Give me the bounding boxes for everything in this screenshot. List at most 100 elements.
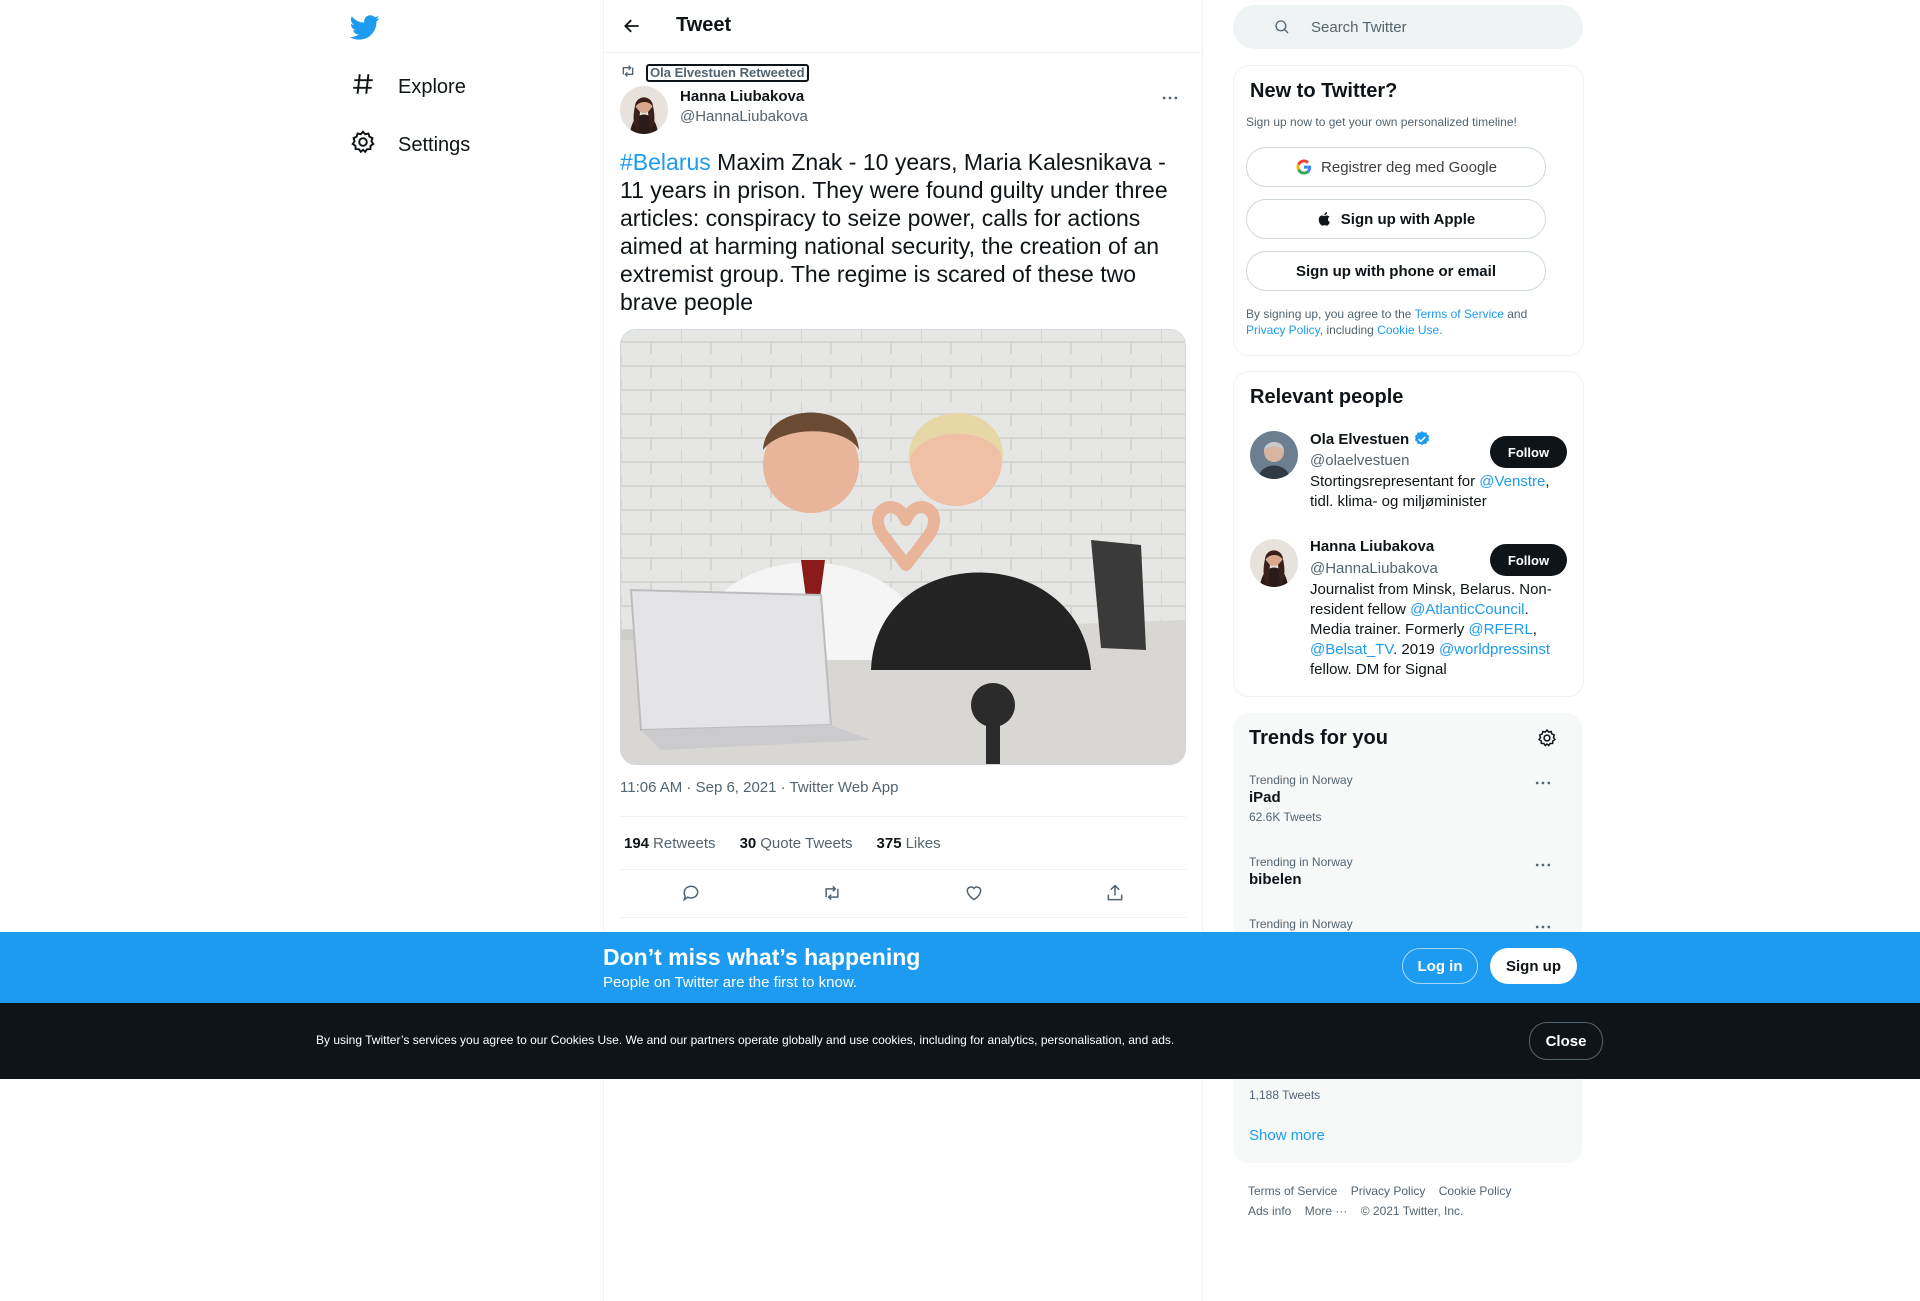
search-box[interactable]	[1233, 5, 1583, 49]
trend-item[interactable]: Trending in Norway bibelen	[1249, 855, 1569, 888]
privacy-link[interactable]: Privacy Policy	[1246, 323, 1320, 337]
trend-item[interactable]: 1,188 Tweets	[1249, 1084, 1569, 1102]
person-handle[interactable]: @HannaLiubakova	[1310, 560, 1438, 577]
phone-email-signup-button[interactable]: Sign up with phone or email	[1246, 251, 1546, 291]
bio-text: Stortingsrepresentant for	[1310, 473, 1480, 490]
bio-mention-link[interactable]: @Venstre	[1479, 473, 1545, 490]
follow-button[interactable]: Follow	[1490, 436, 1567, 468]
banner-title: Don’t miss what’s happening	[603, 944, 921, 970]
bio-text: . 2019	[1393, 641, 1439, 658]
trend-context: Trending in Norway	[1249, 917, 1353, 931]
footer-more-link[interactable]: More ···	[1305, 1204, 1348, 1218]
tweet-stats: 194 Retweets 30 Quote Tweets 375 Likes	[620, 816, 1186, 870]
retweeter-link[interactable]: Ola Elvestuen Retweeted	[646, 63, 809, 82]
bio-text: ,	[1532, 621, 1537, 638]
person-name-text: Ola Elvestuen	[1310, 430, 1410, 448]
cookie-consent-text: By using Twitter’s services you agree to…	[316, 1033, 1175, 1047]
google-signup-label: Registrer deg med Google	[1321, 158, 1497, 176]
quote-tweets-stat[interactable]: 30 Quote Tweets	[736, 835, 853, 852]
retweets-count: 194	[624, 834, 650, 852]
signup-button[interactable]: Sign up	[1490, 948, 1577, 984]
like-icon[interactable]	[962, 881, 986, 905]
tweet-photo[interactable]	[620, 329, 1186, 765]
retweets-label: Retweets	[653, 834, 716, 852]
gear-icon	[350, 129, 376, 161]
trends-title: Trends for you	[1249, 727, 1388, 749]
footer-terms-link[interactable]: Terms of Service	[1248, 1184, 1337, 1198]
google-icon	[1295, 158, 1313, 176]
avatar[interactable]	[1250, 431, 1298, 479]
cookie-close-button[interactable]: Close	[1529, 1022, 1603, 1060]
legal-and: and	[1503, 307, 1528, 321]
follow-button[interactable]: Follow	[1490, 544, 1567, 576]
nav-settings[interactable]: Settings	[350, 125, 470, 165]
relevant-people-card: Relevant people Ola Elvestuen @olaelvest…	[1233, 371, 1584, 697]
author-name[interactable]: Hanna Liubakova	[680, 88, 804, 105]
person-name[interactable]: Ola Elvestuen	[1310, 430, 1431, 448]
cookie-consent-bar: By using Twitter’s services you agree to…	[0, 1003, 1920, 1079]
person-bio: Stortingsrepresentant for @Venstre, tidl…	[1310, 472, 1560, 512]
trend-context: Trending in Norway	[1249, 773, 1353, 787]
verified-badge-icon	[1413, 430, 1431, 448]
reply-icon[interactable]	[679, 881, 703, 905]
trend-more-icon[interactable]	[1533, 855, 1553, 878]
back-arrow-icon[interactable]	[618, 12, 646, 40]
trend-item[interactable]: Trending in Norway iPad 62.6K Tweets	[1249, 773, 1569, 824]
show-more-link[interactable]: Show more	[1249, 1127, 1325, 1144]
footer-ads-link[interactable]: Ads info	[1248, 1204, 1291, 1218]
trend-more-icon[interactable]	[1533, 773, 1553, 796]
cookie-use-link[interactable]: Cookie Use.	[1377, 323, 1442, 337]
bio-mention-link[interactable]: @Belsat_TV	[1310, 641, 1393, 658]
author-avatar[interactable]	[620, 86, 668, 134]
terms-link[interactable]: Terms of Service	[1415, 307, 1504, 321]
tweet-timestamp[interactable]: 11:06 AM · Sep 6, 2021 · Twitter Web App	[620, 779, 899, 796]
hashtag-icon	[350, 71, 376, 103]
tweet-header: Tweet	[604, 0, 1202, 53]
bio-mention-link[interactable]: @worldpressinst	[1439, 641, 1550, 658]
more-options-icon[interactable]	[1160, 88, 1184, 108]
tweet-actions	[620, 869, 1186, 918]
retweet-action-icon[interactable]	[820, 881, 844, 905]
person-bio: Journalist from Minsk, Belarus. Non-resi…	[1310, 580, 1560, 680]
apple-signup-label: Sign up with Apple	[1340, 210, 1476, 228]
nav-explore[interactable]: Explore	[350, 67, 466, 107]
trend-name: iPad	[1249, 789, 1281, 806]
likes-count: 375	[876, 834, 902, 852]
bio-mention-link[interactable]: @AtlanticCouncil	[1410, 601, 1524, 618]
phone-email-signup-label: Sign up with phone or email	[1295, 262, 1496, 280]
tweet-column: Tweet Ola Elvestuen Retweeted Hanna Liub…	[603, 0, 1203, 1301]
share-icon[interactable]	[1103, 881, 1127, 905]
login-button[interactable]: Log in	[1402, 948, 1478, 984]
bio-text: fellow. DM for Signal	[1310, 661, 1447, 678]
person-name[interactable]: Hanna Liubakova	[1310, 538, 1434, 555]
trend-context: Trending in Norway	[1249, 855, 1353, 869]
retweets-stat[interactable]: 194 Retweets	[620, 835, 716, 852]
trend-count: 62.6K Tweets	[1249, 810, 1322, 824]
quote-tweets-count: 30	[739, 834, 757, 852]
bio-mention-link[interactable]: @RFERL	[1468, 621, 1532, 638]
legal-including: , including	[1319, 323, 1378, 337]
author-handle[interactable]: @HannaLiubakova	[680, 108, 808, 125]
apple-signup-button[interactable]: Sign up with Apple	[1246, 199, 1546, 239]
relevant-people-title: Relevant people	[1250, 386, 1404, 408]
retweet-context: Ola Elvestuen Retweeted	[620, 63, 809, 82]
quote-tweets-label: Quote Tweets	[760, 834, 853, 852]
signup-card-subtitle: Sign up now to get your own personalized…	[1246, 115, 1517, 129]
hashtag-link[interactable]: #Belarus	[620, 149, 711, 175]
search-icon	[1253, 18, 1291, 36]
trends-settings-gear-icon[interactable]	[1537, 728, 1559, 750]
trend-name: bibelen	[1249, 871, 1302, 888]
retweet-icon	[620, 63, 636, 82]
person-name-text: Hanna Liubakova	[1310, 538, 1435, 555]
footer-cookie-link[interactable]: Cookie Policy	[1439, 1184, 1512, 1198]
trend-item[interactable]: Trending in Norway	[1249, 917, 1569, 931]
likes-stat[interactable]: 375 Likes	[873, 835, 941, 852]
footer-privacy-link[interactable]: Privacy Policy	[1351, 1184, 1426, 1198]
signup-card-title: New to Twitter?	[1250, 80, 1398, 102]
google-signup-button[interactable]: Registrer deg med Google	[1246, 147, 1546, 187]
search-input[interactable]	[1309, 17, 1573, 37]
nav-explore-label: Explore	[398, 75, 466, 98]
avatar[interactable]	[1250, 539, 1298, 587]
person-handle[interactable]: @olaelvestuen	[1310, 452, 1409, 469]
twitter-logo-icon[interactable]	[349, 12, 380, 42]
